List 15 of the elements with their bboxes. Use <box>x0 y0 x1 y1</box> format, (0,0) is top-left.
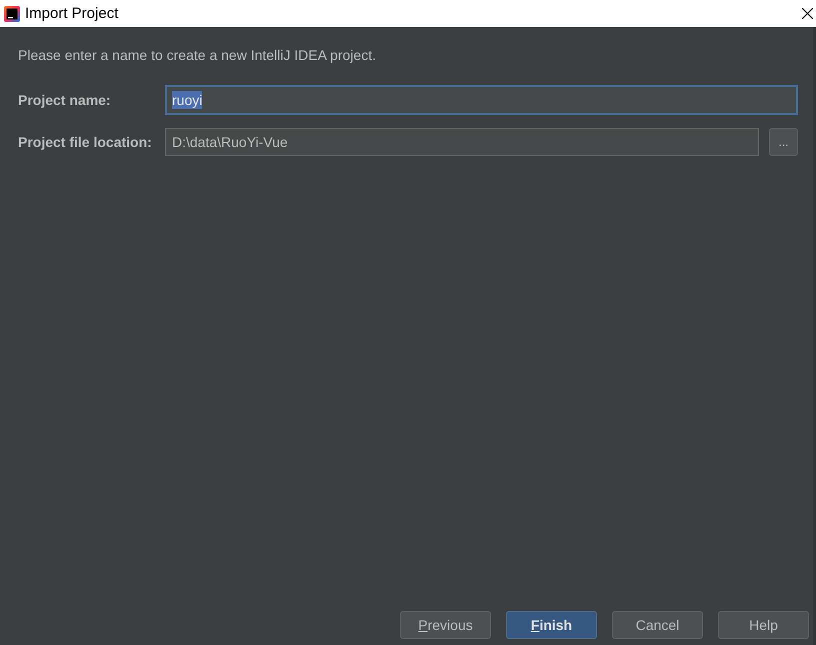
dialog-description: Please enter a name to create a new IntelliJ IDEA project. <box>18 46 377 64</box>
dialog-button[interactable]: Cancel <box>612 611 703 639</box>
field-label: Project file location: <box>18 134 153 150</box>
app-logo-icon <box>4 6 20 22</box>
browse-button[interactable]: ... <box>769 128 798 156</box>
window-title: Import Project <box>25 5 120 22</box>
dialog-button[interactable]: Previous <box>400 611 491 639</box>
text-field[interactable]: D:\data\RuoYi-Vue <box>165 128 759 156</box>
dialog-button[interactable]: Finish <box>506 611 597 639</box>
text-field[interactable]: ruoyi <box>165 85 798 115</box>
dialog-button[interactable]: Help <box>718 611 809 639</box>
field-label: Project name: <box>18 92 112 108</box>
field-value: D:\data\RuoYi-Vue <box>172 133 288 151</box>
close-icon[interactable] <box>802 8 813 19</box>
field-value: ruoyi <box>172 91 202 109</box>
